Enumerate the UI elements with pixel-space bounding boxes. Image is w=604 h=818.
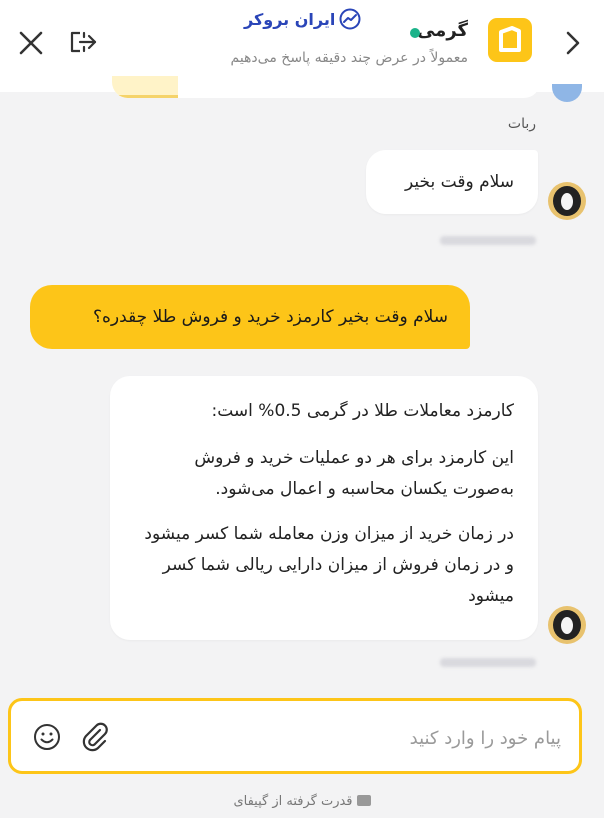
gapify-icon bbox=[356, 795, 371, 806]
previous-message-remnant bbox=[112, 76, 540, 98]
online-status-dot bbox=[410, 28, 420, 38]
close-icon[interactable] bbox=[18, 30, 44, 56]
message-text: سلام وقت بخیر bbox=[405, 172, 514, 192]
user-message: سلام وقت بخیر کارمزد خرید و فروش طلا چقد… bbox=[30, 285, 470, 349]
agent-avatar bbox=[548, 606, 586, 644]
message-paragraph: این کارمزد برای هر دو عملیات خرید و فروش… bbox=[194, 448, 514, 499]
paperclip-icon[interactable] bbox=[79, 721, 111, 753]
chevron-right-icon[interactable] bbox=[560, 28, 586, 58]
agent-message: کارمزد معاملات طلا در گرمی 0.5% است: این… bbox=[110, 376, 538, 640]
agent-avatar bbox=[548, 182, 586, 220]
response-time-subtitle: معمولاً در عرض چند دقیقه پاسخ می‌دهیم bbox=[230, 50, 469, 66]
smiley-icon[interactable] bbox=[33, 723, 61, 751]
contact-name: گرمی bbox=[416, 20, 468, 41]
brand-logo bbox=[488, 18, 532, 62]
message-paragraph: کارمزد معاملات طلا در گرمی 0.5% است: bbox=[211, 401, 515, 421]
message-paragraph: در زمان خرید از میزان وزن معامله شما کسر… bbox=[144, 524, 514, 606]
powered-by: قدرت گرفته از گپیفای bbox=[0, 794, 604, 809]
trend-icon bbox=[339, 8, 361, 30]
watermark: ایران بروکر bbox=[244, 6, 361, 32]
agent-name-blurred bbox=[440, 658, 536, 667]
watermark-text: ایران بروکر bbox=[244, 9, 336, 29]
message-text: سلام وقت بخیر کارمزد خرید و فروش طلا چقد… bbox=[93, 307, 448, 327]
sender-label: ربات bbox=[507, 116, 536, 132]
message-input[interactable] bbox=[181, 721, 561, 755]
powered-by-text: قدرت گرفته از گپیفای bbox=[233, 794, 353, 809]
agent-message: سلام وقت بخیر bbox=[366, 150, 538, 214]
exit-icon[interactable] bbox=[68, 28, 98, 56]
agent-name-blurred bbox=[440, 236, 536, 245]
message-composer bbox=[8, 698, 582, 774]
bot-avatar bbox=[552, 84, 582, 102]
